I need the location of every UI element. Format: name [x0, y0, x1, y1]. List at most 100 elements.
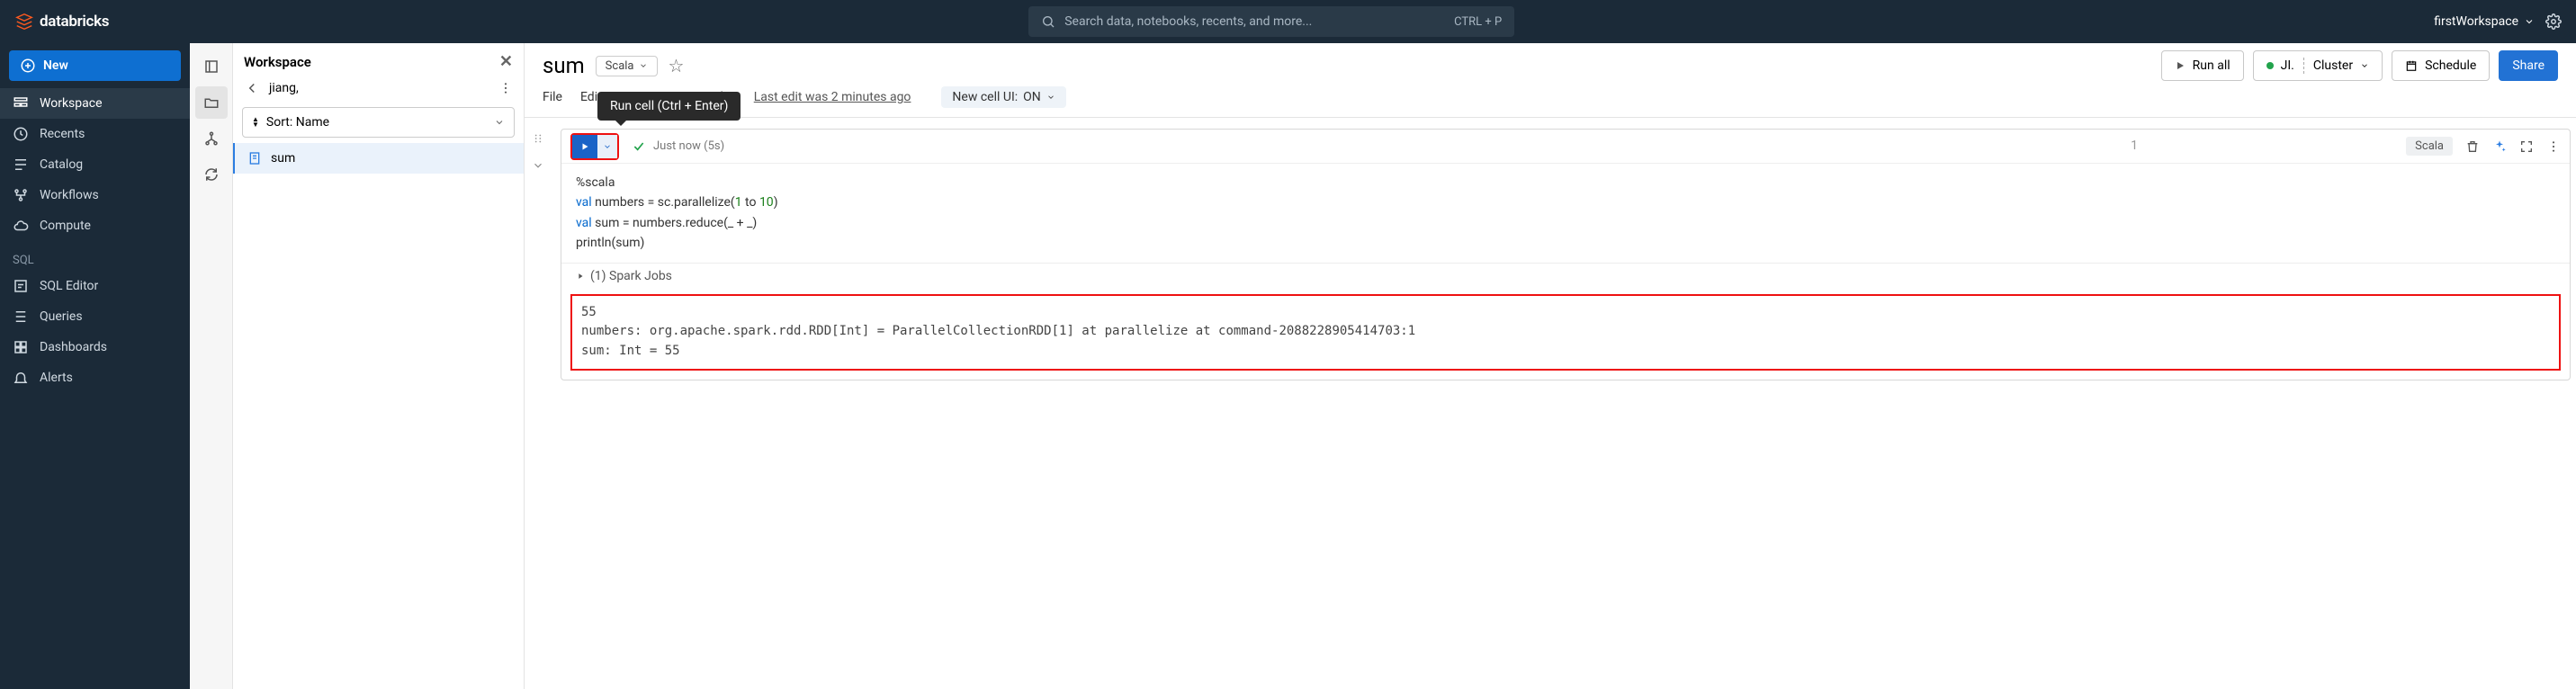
search-shortcut: CTRL + P [1454, 15, 1502, 29]
workflows-icon [13, 187, 29, 203]
favorite-star-icon[interactable]: ☆ [669, 55, 685, 76]
sort-label: Sort: Name [266, 115, 329, 130]
file-name: sum [271, 151, 295, 166]
workspace-panel-title: Workspace [244, 54, 311, 70]
file-item-sum[interactable]: sum [233, 143, 524, 174]
brand-text: databricks [40, 13, 109, 31]
side-navigation: New Workspace Recents Catalog Workflows … [0, 43, 190, 689]
run-all-label: Run all [2193, 58, 2230, 73]
workspace-name: firstWorkspace [2434, 14, 2518, 29]
cell-index: 1 [2131, 139, 2138, 153]
back-arrow-icon[interactable] [244, 80, 260, 96]
menu-file[interactable]: File [543, 90, 562, 104]
cluster-selector[interactable]: JI. Cluster [2253, 50, 2383, 81]
nav-section-sql: SQL [0, 241, 190, 271]
nav-recents[interactable]: Recents [0, 119, 190, 149]
last-edit-link[interactable]: Last edit was 2 minutes ago [754, 90, 911, 104]
delete-cell-icon[interactable] [2465, 139, 2480, 154]
brand-logo[interactable]: databricks [14, 12, 109, 31]
nav-dashboards[interactable]: Dashboards [0, 332, 190, 362]
sort-dropdown[interactable]: ▲▼ Sort: Name [242, 107, 515, 138]
notebook-editor: sum Scala ☆ Run all JI. Cluster [525, 43, 2576, 689]
search-placeholder: Search data, notebooks, recents, and mor… [1064, 14, 1312, 29]
nav-label: Recents [40, 127, 85, 141]
code-editor[interactable]: %scala val numbers = sc.parallelize(1 to… [561, 164, 2570, 263]
cluster-status-dot [2266, 62, 2274, 69]
databricks-logo-icon [14, 12, 34, 31]
chevron-down-icon [2524, 16, 2535, 27]
nav-compute[interactable]: Compute [0, 210, 190, 241]
nav-label: Catalog [40, 157, 83, 172]
cell-lang-badge[interactable]: Scala [2406, 137, 2453, 156]
new-cell-value: ON [1023, 90, 1041, 104]
divider [2303, 58, 2304, 74]
global-search[interactable]: Search data, notebooks, recents, and mor… [1028, 6, 1514, 37]
cell-run-time: Just now (5s) [653, 139, 724, 153]
nav-label: Workflows [40, 188, 99, 202]
dashboards-icon [13, 339, 29, 355]
share-button[interactable]: Share [2499, 50, 2558, 81]
new-cell-ui-toggle[interactable]: New cell UI: ON [941, 86, 1065, 108]
strip-schema-icon[interactable] [195, 122, 228, 155]
workspace-icon-strip [190, 43, 233, 689]
search-icon [1041, 14, 1055, 29]
run-cell-button-group [570, 133, 619, 160]
code-cell: Run cell (Ctrl + Enter) Just now (5s) 1 [561, 129, 2571, 380]
nav-sql-editor[interactable]: SQL Editor [0, 271, 190, 301]
clock-icon [13, 126, 29, 142]
cloud-icon [13, 218, 29, 234]
nav-queries[interactable]: Queries [0, 301, 190, 332]
nav-label: SQL Editor [40, 279, 98, 293]
nav-label: Workspace [40, 96, 103, 111]
share-label: Share [2512, 58, 2545, 73]
strip-panel-icon[interactable] [195, 50, 228, 83]
new-cell-label: New cell UI: [952, 90, 1018, 104]
plus-circle-icon [20, 58, 36, 74]
drag-handle-icon[interactable] [532, 132, 544, 145]
close-panel-button[interactable]: ✕ [499, 52, 513, 71]
new-button[interactable]: New [9, 50, 181, 81]
nav-alerts[interactable]: Alerts [0, 362, 190, 393]
alerts-icon [13, 370, 29, 386]
top-header: databricks Search data, notebooks, recen… [0, 0, 2576, 43]
settings-gear-icon[interactable] [2545, 13, 2562, 30]
ai-assist-icon[interactable] [2492, 139, 2507, 154]
collapse-cell-icon[interactable] [532, 159, 544, 172]
nav-label: Compute [40, 219, 91, 233]
breadcrumb-more-icon[interactable] [498, 81, 513, 95]
run-cell-dropdown[interactable] [597, 135, 617, 158]
fullscreen-icon[interactable] [2519, 139, 2534, 154]
workspace-switcher[interactable]: firstWorkspace [2434, 14, 2535, 29]
nav-label: Queries [40, 309, 83, 324]
workspace-panel: Workspace ✕ jiang, ▲▼ Sort: Name sum [233, 43, 525, 689]
cluster-user: JI. [2281, 58, 2294, 73]
new-button-label: New [43, 58, 68, 73]
cell-more-icon[interactable] [2546, 139, 2561, 154]
strip-refresh-icon[interactable] [195, 158, 228, 191]
run-cell-button[interactable] [572, 135, 597, 158]
language-label: Scala [606, 59, 634, 73]
nav-workspace[interactable]: Workspace [0, 88, 190, 119]
schedule-button[interactable]: Schedule [2392, 50, 2490, 81]
chevron-down-icon [494, 117, 505, 128]
schedule-label: Schedule [2425, 58, 2476, 73]
notebook-cell: Run cell (Ctrl + Enter) Just now (5s) 1 [525, 118, 2576, 391]
queries-icon [13, 309, 29, 325]
cluster-label: Cluster [2313, 58, 2353, 73]
notebook-file-icon [247, 151, 262, 166]
sort-arrows-icon: ▲▼ [252, 117, 259, 128]
breadcrumb-text[interactable]: jiang, [269, 81, 299, 95]
spark-jobs-toggle[interactable]: (1) Spark Jobs [561, 263, 2570, 289]
nav-catalog[interactable]: Catalog [0, 149, 190, 180]
sql-editor-icon [13, 278, 29, 294]
language-selector[interactable]: Scala [596, 56, 658, 76]
nav-workflows[interactable]: Workflows [0, 180, 190, 210]
run-cell-tooltip: Run cell (Ctrl + Enter) [597, 92, 740, 121]
spark-jobs-label: (1) Spark Jobs [590, 269, 672, 283]
nav-label: Alerts [40, 371, 73, 385]
notebook-title[interactable]: sum [543, 53, 585, 78]
editor-header: sum Scala ☆ Run all JI. Cluster [525, 43, 2576, 118]
strip-folder-icon[interactable] [195, 86, 228, 119]
success-check-icon [632, 139, 646, 154]
run-all-button[interactable]: Run all [2161, 50, 2244, 81]
